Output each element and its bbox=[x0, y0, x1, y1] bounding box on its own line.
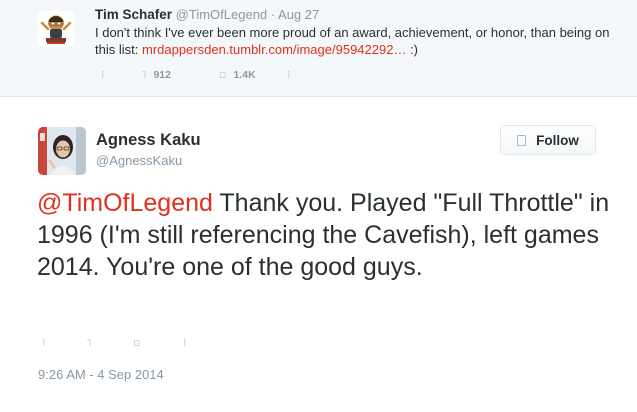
parent-author-name[interactable]: Tim Schafer bbox=[95, 7, 172, 22]
parent-tweet-header: Tim Schafer @TimOfLegend · Aug 27 bbox=[95, 6, 319, 23]
parent-tweet-date[interactable]: Aug 27 bbox=[278, 7, 319, 22]
parent-tweet-link[interactable]: mrdappersden.tumblr.com/image/95942292… bbox=[142, 42, 406, 57]
favorite-count: 1.4K bbox=[233, 68, 256, 81]
main-author-handle[interactable]: @AgnessKaku bbox=[96, 153, 182, 168]
main-tweet-text: @TimOfLegend Thank you. Played "Full Thr… bbox=[37, 187, 622, 283]
favorite-icon[interactable]: ▫ bbox=[133, 336, 140, 349]
reply-icon: ⁞ bbox=[101, 68, 105, 81]
retweet-icon: ˥ bbox=[141, 68, 147, 81]
favorite-button[interactable]: ▫ 1.4K bbox=[219, 68, 256, 81]
main-avatar[interactable] bbox=[38, 127, 86, 175]
reply-icon[interactable]: ⁞ bbox=[42, 336, 46, 349]
retweet-icon[interactable]: ˥ bbox=[86, 336, 91, 349]
tweet-timestamp[interactable]: 9:26 AM - 4 Sep 2014 bbox=[38, 367, 164, 382]
parent-avatar-illustration bbox=[38, 11, 74, 47]
more-icon[interactable]: ⁞ bbox=[183, 336, 187, 349]
parent-tweet-text: I don't think I've ever been more proud … bbox=[95, 24, 615, 58]
more-icon: ⁞ bbox=[287, 68, 291, 81]
favorite-icon: ▫ bbox=[219, 68, 227, 81]
mention-link[interactable]: @TimOfLegend bbox=[37, 189, 213, 217]
reply-button[interactable]: ⁞ bbox=[101, 68, 105, 81]
header-separator: · bbox=[270, 7, 276, 22]
main-author-name[interactable]: Agness Kaku bbox=[96, 131, 201, 150]
retweet-button[interactable]: ˥ 912 bbox=[141, 68, 171, 81]
parent-text-end: :) bbox=[406, 42, 419, 57]
retweet-count: 912 bbox=[153, 68, 171, 81]
follow-label: Follow bbox=[536, 132, 579, 148]
follow-button[interactable]: Follow bbox=[500, 125, 596, 155]
more-button[interactable]: ⁞ bbox=[287, 68, 291, 81]
parent-author-handle[interactable]: @TimOfLegend bbox=[176, 7, 267, 22]
parent-tweet: Tim Schafer @TimOfLegend · Aug 27 I don'… bbox=[0, 0, 637, 97]
main-avatar-photo bbox=[38, 127, 86, 175]
follow-icon bbox=[517, 134, 527, 146]
parent-avatar[interactable] bbox=[38, 11, 74, 47]
